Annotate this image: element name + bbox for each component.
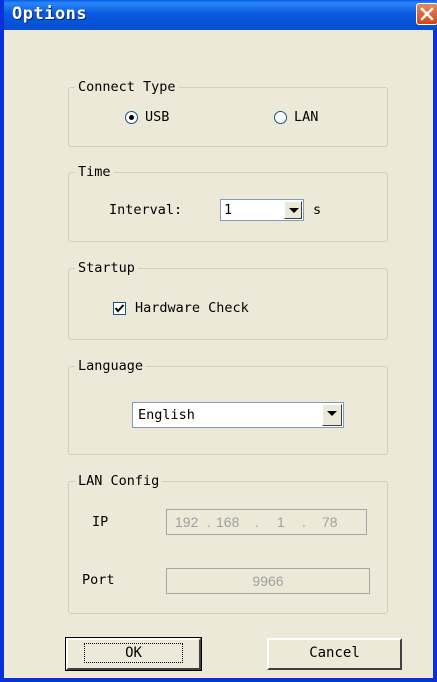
language-select[interactable]: English [132,402,344,428]
time-legend: Time [75,163,114,181]
interval-select[interactable]: 1 [220,199,304,221]
language-group: Language English [68,357,388,455]
radio-usb-label: USB [145,109,170,125]
language-value: English [138,407,195,423]
title-bar[interactable]: Options [4,0,437,30]
connect-type-legend: Connect Type [75,78,179,96]
ip-octet-1: 192 [175,514,199,530]
ok-button[interactable]: OK [65,637,202,671]
radio-lan-label: LAN [294,109,319,125]
ip-octet-2: 168 [216,514,240,530]
cancel-button-label: Cancel [309,645,360,661]
ip-dot-1: . [207,514,211,530]
cancel-button[interactable]: Cancel [267,638,402,670]
close-button[interactable] [416,3,437,25]
connect-type-group: Connect Type USB LAN [68,78,388,147]
ip-dot-2: . [255,514,259,530]
time-group: Time Interval: 1 s [68,163,388,242]
options-dialog: Options Connect Type USB LAN Time Interv… [0,0,437,682]
ip-dot-3: . [302,514,306,530]
interval-label: Interval: [109,202,183,218]
hardware-check-label: Hardware Check [135,300,249,316]
ok-button-label: OK [84,643,183,663]
close-icon [420,7,434,21]
ip-label: IP [92,514,109,530]
port-label: Port [82,572,115,588]
language-dropdown-arrow-icon[interactable] [322,404,342,426]
lan-config-legend: LAN Config [75,472,163,490]
ip-octet-3: 1 [277,514,285,530]
ip-address-field[interactable]: 192 . 168 . 1 . 78 [166,509,367,535]
checkmark-icon [114,304,125,313]
interval-unit: s [313,202,322,218]
startup-group: Startup Hardware Check [68,259,388,340]
interval-value: 1 [224,202,233,218]
hardware-check-box[interactable] [113,302,126,315]
port-value: 9966 [252,573,284,589]
radio-lan-button[interactable] [274,111,287,124]
radio-usb-button[interactable] [125,111,138,124]
interval-dropdown-arrow-icon[interactable] [284,201,302,219]
startup-legend: Startup [75,259,138,277]
lan-config-group: LAN Config IP 192 . 168 . 1 . 78 Port 99… [68,472,388,614]
window-title: Options [12,4,88,24]
language-legend: Language [75,357,147,375]
port-field[interactable]: 9966 [166,568,370,594]
ip-octet-4: 78 [322,514,338,530]
